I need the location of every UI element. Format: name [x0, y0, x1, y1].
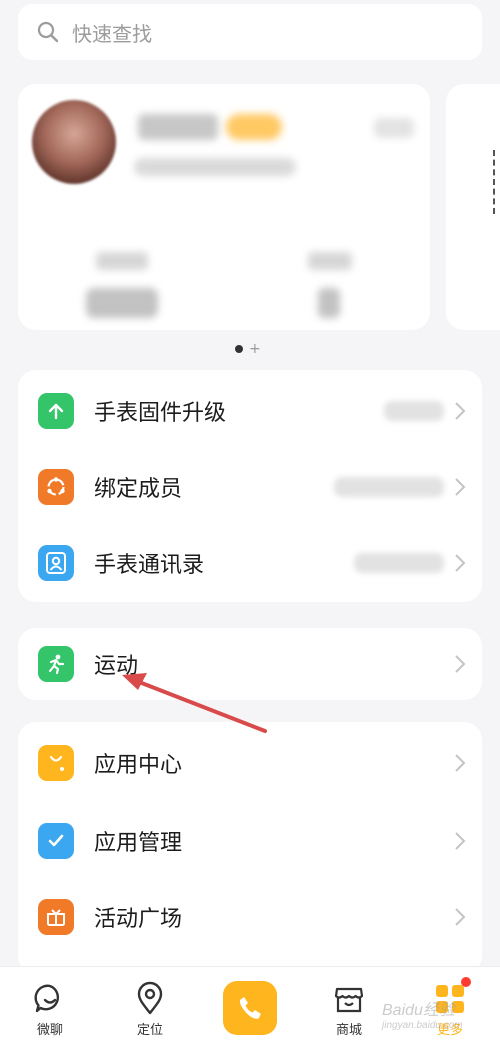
call-button[interactable] — [223, 981, 277, 1035]
stat-1-value-blurred — [86, 288, 158, 318]
peek-card-marker — [493, 150, 498, 214]
list-item-app-center[interactable]: 应用中心 — [18, 724, 482, 802]
list-item-watch-contacts[interactable]: 手表通讯录 — [18, 524, 482, 602]
members-value-blurred — [334, 477, 444, 497]
profile-nickname-blurred — [138, 114, 218, 140]
members-circle-icon — [38, 469, 74, 505]
nav-label: 定位 — [136, 1023, 163, 1038]
chevron-right-icon — [455, 554, 466, 572]
carousel-indicator[interactable]: + — [235, 342, 261, 356]
gift-box-icon — [38, 899, 74, 935]
contacts-value-blurred — [354, 553, 444, 573]
device-settings-card: 手表固件升级 绑定成员 手表通讯录 — [18, 370, 482, 602]
apps-card: 应用中心 应用管理 活动广场 — [18, 722, 482, 974]
shopping-bag-icon — [38, 745, 74, 781]
nav-label: 商城 — [335, 1023, 362, 1038]
carousel-dot-active — [235, 345, 243, 353]
store-icon — [334, 987, 364, 1013]
watermark: Baidu经验 jingyan.baidu.com — [382, 996, 492, 1040]
nav-tab-location[interactable]: 定位 — [105, 967, 195, 1046]
avatar[interactable] — [32, 100, 116, 184]
profile-subtitle-blurred — [134, 158, 296, 176]
stat-2-value-blurred — [318, 288, 340, 318]
carousel-add-icon[interactable]: + — [249, 342, 261, 356]
list-item-label: 手表固件升级 — [94, 401, 227, 426]
list-item-label: 运动 — [94, 654, 139, 679]
watermark-text: Baidu经验 — [382, 1002, 455, 1019]
chevron-right-icon — [455, 908, 466, 926]
list-item-app-management[interactable]: 应用管理 — [18, 802, 482, 880]
list-item-label: 应用中心 — [94, 753, 183, 778]
checkmark-ribbon-icon — [38, 823, 74, 859]
stat-1-label-blurred — [96, 252, 148, 270]
chevron-right-icon — [455, 754, 466, 772]
nav-label: 微聊 — [36, 1023, 63, 1038]
chevron-right-icon — [455, 478, 466, 496]
notification-badge — [461, 977, 471, 987]
list-item-label: 手表通讯录 — [94, 553, 205, 578]
list-item-activity-square[interactable]: 活动广场 — [18, 878, 482, 956]
search-bar[interactable]: 快速查找 — [18, 4, 482, 60]
sport-card: 运动 — [18, 628, 482, 700]
list-item-label: 活动广场 — [94, 907, 183, 932]
list-item-bind-members[interactable]: 绑定成员 — [18, 448, 482, 526]
chevron-right-icon — [455, 402, 466, 420]
chat-bubble-icon — [34, 984, 60, 1013]
firmware-version-blurred — [384, 401, 444, 421]
next-card-peek[interactable] — [446, 84, 500, 330]
search-icon — [37, 21, 59, 43]
upload-arrow-icon — [38, 393, 74, 429]
list-item-label: 绑定成员 — [94, 477, 183, 502]
nav-tab-store[interactable]: 商城 — [304, 967, 394, 1046]
chevron-right-icon — [455, 655, 466, 673]
list-item-label: 应用管理 — [94, 831, 183, 856]
nav-tab-chat[interactable]: 微聊 — [5, 967, 95, 1046]
chevron-right-icon — [455, 832, 466, 850]
search-placeholder: 快速查找 — [72, 21, 152, 46]
phone-icon — [239, 997, 261, 1019]
running-person-icon — [38, 646, 74, 682]
location-pin-icon — [137, 981, 163, 1015]
contact-book-icon — [38, 545, 74, 581]
stat-2-label-blurred — [308, 252, 352, 270]
list-item-sport[interactable]: 运动 — [18, 625, 482, 703]
watermark-subtext: jingyan.baidu.com — [382, 1020, 463, 1031]
profile-card[interactable] — [18, 84, 430, 330]
profile-corner-blurred[interactable] — [374, 118, 414, 138]
profile-badge-blurred — [226, 114, 282, 140]
list-item-firmware-upgrade[interactable]: 手表固件升级 — [18, 372, 482, 450]
